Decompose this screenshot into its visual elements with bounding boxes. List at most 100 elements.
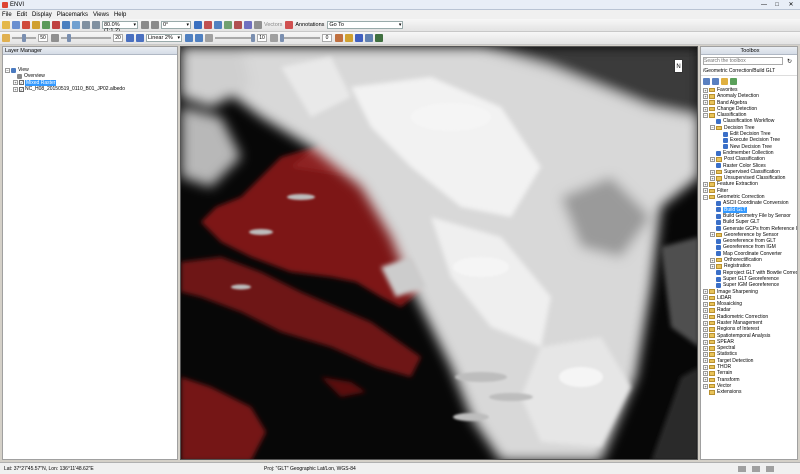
rotate-icon[interactable] [62, 21, 70, 29]
portal-icon[interactable] [335, 34, 343, 42]
cursor-icon[interactable] [42, 21, 50, 29]
toolbox-item[interactable]: ASCII Coordinate Conversion [703, 200, 797, 206]
expand-icon[interactable]: + [703, 308, 708, 314]
brightness-value[interactable]: 50 [38, 34, 48, 42]
expand-icon[interactable]: + [710, 232, 715, 238]
expand-icon[interactable]: + [13, 86, 18, 92]
expand-icon[interactable]: + [703, 314, 708, 320]
stretch-combo[interactable]: Linear 2% [146, 34, 182, 42]
expand-icon[interactable]: + [703, 106, 708, 112]
expand-icon[interactable]: + [703, 188, 708, 194]
select-icon[interactable] [52, 21, 60, 29]
expand-icon[interactable]: + [703, 289, 708, 295]
stretch-type-icon[interactable] [126, 34, 134, 42]
minimize-button[interactable]: — [758, 0, 770, 9]
collapse-icon[interactable]: − [703, 194, 708, 200]
extension-icon[interactable] [730, 78, 737, 85]
checkbox-icon[interactable]: ✓ [19, 80, 24, 86]
crosshair-icon[interactable] [194, 21, 202, 29]
maximize-button[interactable]: □ [771, 0, 783, 9]
swipe-icon[interactable] [365, 34, 373, 42]
brightness-slider[interactable] [12, 34, 36, 42]
expand-icon[interactable]: + [710, 257, 715, 263]
expand-icon[interactable]: + [703, 93, 708, 99]
expand-icon[interactable]: + [703, 100, 708, 106]
contrast-value[interactable]: 20 [113, 34, 123, 42]
status-icon-3[interactable] [766, 466, 774, 472]
rotation-combo[interactable]: 0° [161, 21, 191, 29]
expand-icon[interactable]: + [703, 320, 708, 326]
layer-icon[interactable] [22, 21, 30, 29]
measure-icon[interactable] [214, 21, 222, 29]
expand-icon[interactable]: + [703, 333, 708, 339]
fly-icon[interactable] [72, 21, 80, 29]
point-icon[interactable] [234, 21, 242, 29]
expand-icon[interactable]: + [703, 182, 708, 188]
transparency-slider[interactable] [280, 34, 320, 42]
expand-icon[interactable]: + [703, 352, 708, 358]
expand-icon[interactable]: + [710, 263, 715, 269]
transparency-value[interactable]: 0 [322, 34, 332, 42]
roi-icon[interactable] [204, 21, 212, 29]
expand-icon[interactable]: + [13, 80, 18, 86]
menu-placemarks[interactable]: Placemarks [57, 12, 88, 18]
expand-icon[interactable]: + [703, 339, 708, 345]
histogram-icon[interactable] [136, 34, 144, 42]
vectors-label[interactable]: Vectors [264, 22, 282, 28]
collapse-all-icon[interactable] [712, 78, 719, 85]
blend-icon[interactable] [345, 34, 353, 42]
status-icon-2[interactable] [752, 466, 760, 472]
profile-icon[interactable] [224, 21, 232, 29]
expand-icon[interactable]: + [703, 371, 708, 376]
annotation-icon[interactable] [285, 21, 294, 29]
add-favorite-icon[interactable] [721, 78, 728, 85]
status-icon-1[interactable] [738, 466, 746, 472]
open-icon[interactable] [2, 21, 10, 29]
stretch-reset-icon[interactable] [195, 34, 203, 42]
goto-combo[interactable]: Go To [327, 21, 404, 29]
rotate-right-icon[interactable] [151, 21, 159, 29]
expand-icon[interactable]: + [710, 175, 715, 181]
chip-icon[interactable] [244, 21, 252, 29]
menu-display[interactable]: Display [32, 12, 52, 18]
checkbox-icon[interactable]: ✓ [19, 86, 24, 92]
vector-tool-icon[interactable] [254, 21, 262, 29]
expand-icon[interactable]: + [703, 295, 708, 301]
menu-file[interactable]: File [2, 12, 12, 18]
stretch-apply-icon[interactable] [185, 34, 193, 42]
expand-icon[interactable]: + [703, 377, 708, 383]
flicker-icon[interactable] [355, 34, 363, 42]
expand-icon[interactable]: + [710, 169, 715, 175]
data-manager-icon[interactable] [12, 21, 20, 29]
zoom-combo[interactable]: 80.0% (1:1.2) [102, 21, 138, 31]
sharpen-value[interactable]: 10 [257, 34, 267, 42]
pan-icon[interactable] [32, 21, 40, 29]
close-button[interactable]: ✕ [785, 0, 797, 9]
menu-edit[interactable]: Edit [17, 12, 27, 18]
rotate-left-icon[interactable] [141, 21, 149, 29]
zoom-out-icon[interactable] [92, 21, 100, 29]
image-view[interactable]: N [180, 46, 698, 460]
expand-all-icon[interactable] [703, 78, 710, 85]
expand-icon[interactable]: + [703, 301, 708, 307]
collapse-icon[interactable]: − [5, 67, 10, 73]
menu-help[interactable]: Help [114, 12, 126, 18]
expand-icon[interactable]: + [703, 358, 708, 364]
link-icon[interactable] [375, 34, 383, 42]
zoom-in-icon[interactable] [82, 21, 90, 29]
menu-views[interactable]: Views [93, 12, 109, 18]
expand-icon[interactable]: + [703, 87, 708, 93]
toolbox-item[interactable]: Extensions [703, 389, 797, 395]
collapse-icon[interactable]: − [703, 112, 708, 118]
expand-icon[interactable]: + [703, 383, 708, 389]
contrast-slider[interactable] [61, 34, 111, 42]
toolbox-search-input[interactable] [703, 57, 783, 65]
collapse-icon[interactable]: − [710, 125, 715, 131]
annotations-label[interactable]: Annotations [295, 22, 324, 28]
refresh-icon[interactable]: ↻ [787, 58, 792, 65]
layer-albedo[interactable]: + ✓ NC_H08_20150519_0110_B01_JP02.albedo [5, 86, 177, 92]
expand-icon[interactable]: + [703, 364, 708, 370]
sharpen-slider[interactable] [215, 34, 255, 42]
expand-icon[interactable]: + [710, 156, 715, 162]
expand-icon[interactable]: + [703, 326, 708, 332]
